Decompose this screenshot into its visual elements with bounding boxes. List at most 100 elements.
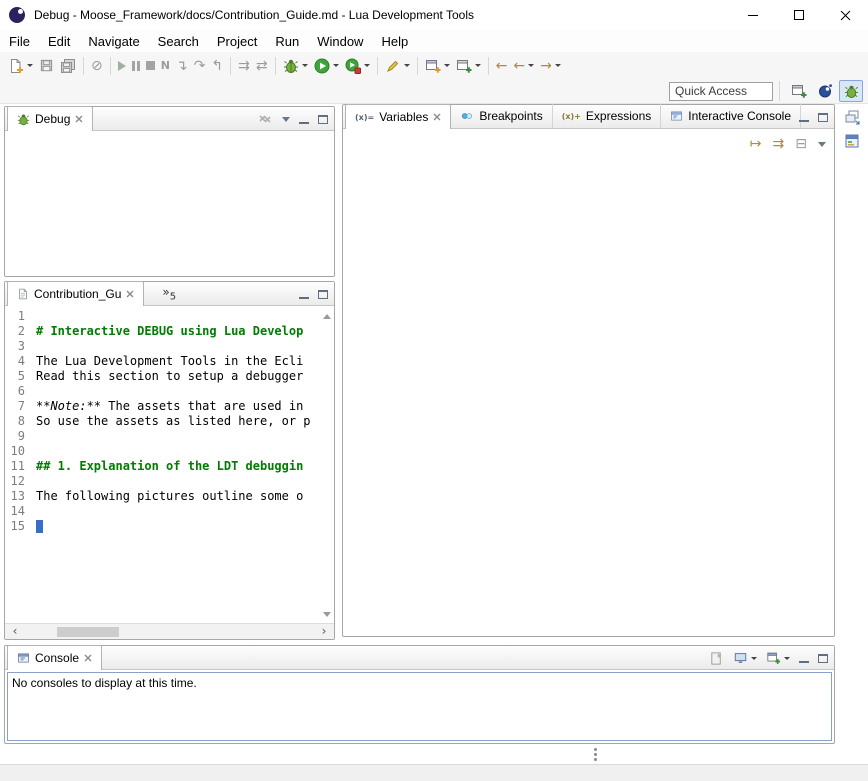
menu-help[interactable]: Help bbox=[372, 32, 417, 51]
drop-to-frame-button[interactable]: ⇄ bbox=[254, 55, 270, 77]
new-wizard-button[interactable] bbox=[423, 55, 452, 77]
scrollbar-thumb[interactable] bbox=[57, 627, 119, 637]
code-line[interactable]: 4The Lua Development Tools in the Ecli bbox=[5, 354, 321, 369]
maximize-view-icon[interactable] bbox=[318, 115, 328, 124]
restore-view-stack-button[interactable] bbox=[841, 106, 865, 128]
code-line[interactable]: 1 bbox=[5, 309, 321, 324]
hidden-editors-chevron[interactable]: »5 bbox=[162, 285, 176, 305]
scroll-up-icon[interactable] bbox=[323, 314, 331, 319]
step-return-button[interactable]: ↰ bbox=[209, 55, 225, 77]
code-line[interactable]: 15 bbox=[5, 519, 321, 534]
open-perspective-button[interactable] bbox=[787, 80, 811, 102]
minimize-view-icon[interactable] bbox=[299, 297, 309, 299]
sash-handle[interactable] bbox=[594, 748, 597, 751]
profile-button[interactable] bbox=[343, 55, 372, 77]
step-into-button[interactable]: ↴ bbox=[174, 55, 190, 77]
code-line[interactable]: 3 bbox=[5, 339, 321, 354]
search-button[interactable] bbox=[383, 55, 412, 77]
code-line[interactable]: 9 bbox=[5, 429, 321, 444]
forward-icon: → bbox=[540, 58, 552, 74]
debug-perspective-button[interactable] bbox=[839, 80, 863, 102]
debug-button[interactable] bbox=[281, 55, 310, 77]
new-button[interactable] bbox=[6, 55, 35, 77]
show-logical-structure-icon[interactable]: ↦ bbox=[750, 136, 762, 152]
menu-run[interactable]: Run bbox=[266, 32, 308, 51]
remove-terminated-icon[interactable] bbox=[257, 111, 273, 127]
maximize-button[interactable] bbox=[776, 0, 822, 30]
close-tab-icon[interactable] bbox=[126, 290, 134, 298]
skip-all-breakpoints-button[interactable]: ⊘ bbox=[89, 55, 105, 77]
scroll-left-icon[interactable]: ‹ bbox=[7, 624, 23, 639]
open-console-button[interactable] bbox=[766, 647, 790, 669]
menu-window[interactable]: Window bbox=[308, 32, 372, 51]
close-button[interactable] bbox=[822, 0, 868, 30]
horizontal-scrollbar[interactable]: ‹ › bbox=[5, 623, 334, 639]
pause-button[interactable] bbox=[130, 55, 142, 77]
close-tab-icon[interactable] bbox=[433, 113, 441, 121]
tab-interactive-console[interactable]: Interactive Console bbox=[661, 104, 801, 128]
display-selected-console-button[interactable] bbox=[733, 647, 757, 669]
back-button[interactable]: ← bbox=[511, 55, 536, 77]
save-button[interactable] bbox=[37, 55, 56, 77]
open-wizard-button[interactable] bbox=[454, 55, 483, 77]
code-line[interactable]: 11## 1. Explanation of the LDT debuggin bbox=[5, 459, 321, 474]
minimize-view-icon[interactable] bbox=[799, 661, 809, 663]
last-edit-location-button[interactable]: ← bbox=[494, 55, 510, 77]
maximize-view-icon[interactable] bbox=[818, 654, 828, 663]
minimize-view-icon[interactable] bbox=[299, 122, 309, 124]
main-toolbar: ⊘ N ↴ ↷ ↰ ⇉ ⇄ bbox=[0, 52, 868, 79]
menu-project[interactable]: Project bbox=[208, 32, 266, 51]
watch-expression-icon[interactable]: ⇉ bbox=[773, 136, 785, 152]
menu-navigate[interactable]: Navigate bbox=[79, 32, 148, 51]
line-number: 15 bbox=[5, 519, 36, 534]
resume-button[interactable] bbox=[116, 55, 128, 77]
tab-contribution-guide[interactable]: Contribution_Gu bbox=[7, 281, 144, 306]
hidden-editors-count: 5 bbox=[170, 291, 176, 302]
pin-console-icon[interactable] bbox=[709, 651, 724, 666]
minimize-button[interactable] bbox=[730, 0, 776, 30]
console-icon bbox=[17, 652, 30, 664]
tab-expressions[interactable]: (x)+ Expressions bbox=[553, 104, 662, 128]
menu-search[interactable]: Search bbox=[149, 32, 208, 51]
minimize-view-icon[interactable] bbox=[799, 120, 809, 122]
stop-button[interactable] bbox=[144, 55, 157, 77]
code-line[interactable]: 6 bbox=[5, 384, 321, 399]
code-line[interactable]: 14 bbox=[5, 504, 321, 519]
close-tab-icon[interactable] bbox=[84, 654, 92, 662]
code-line[interactable]: 12 bbox=[5, 474, 321, 489]
save-all-button[interactable] bbox=[58, 55, 78, 77]
minimized-view-button[interactable] bbox=[841, 130, 865, 152]
collapse-all-icon[interactable]: ⊟ bbox=[795, 136, 807, 152]
quick-access-input[interactable]: Quick Access bbox=[669, 82, 773, 101]
code-line[interactable]: 2# Interactive DEBUG using Lua Develop bbox=[5, 324, 321, 339]
forward-button[interactable]: → bbox=[538, 55, 563, 77]
code-line[interactable]: 13The following pictures outline some o bbox=[5, 489, 321, 504]
code-line[interactable]: 10 bbox=[5, 444, 321, 459]
scroll-down-icon[interactable] bbox=[323, 612, 331, 617]
code-line[interactable]: 8So use the assets as listed here, or p bbox=[5, 414, 321, 429]
maximize-view-icon[interactable] bbox=[318, 290, 328, 299]
console-content[interactable]: No consoles to display at this time. bbox=[7, 672, 832, 741]
menu-edit[interactable]: Edit bbox=[39, 32, 79, 51]
run-button[interactable] bbox=[312, 55, 341, 77]
menu-file[interactable]: File bbox=[0, 32, 39, 51]
code-area[interactable]: 1 2# Interactive DEBUG using Lua Develop… bbox=[5, 309, 321, 534]
disconnect-button[interactable]: N bbox=[159, 55, 172, 77]
step-over-button[interactable]: ↷ bbox=[192, 55, 208, 77]
code-line[interactable]: 5Read this section to setup a debugger bbox=[5, 369, 321, 384]
view-menu-icon[interactable] bbox=[282, 117, 290, 122]
scroll-right-icon[interactable]: › bbox=[316, 624, 332, 639]
debug-view-content[interactable] bbox=[5, 131, 334, 277]
editor-content[interactable]: 1 2# Interactive DEBUG using Lua Develop… bbox=[5, 306, 334, 639]
tab-breakpoints[interactable]: Breakpoints bbox=[451, 104, 552, 128]
code-line[interactable]: 7**Note:** The assets that are used in bbox=[5, 399, 321, 414]
close-tab-icon[interactable] bbox=[75, 115, 83, 123]
variables-content[interactable] bbox=[343, 129, 834, 636]
tab-variables[interactable]: (x)= Variables bbox=[345, 104, 451, 129]
tab-debug[interactable]: Debug bbox=[7, 106, 93, 131]
view-menu-icon[interactable] bbox=[818, 142, 826, 147]
tab-console[interactable]: Console bbox=[7, 645, 102, 670]
lua-perspective-button[interactable] bbox=[813, 80, 837, 102]
use-step-filters-button[interactable]: ⇉ bbox=[236, 55, 252, 77]
maximize-view-icon[interactable] bbox=[818, 113, 828, 122]
